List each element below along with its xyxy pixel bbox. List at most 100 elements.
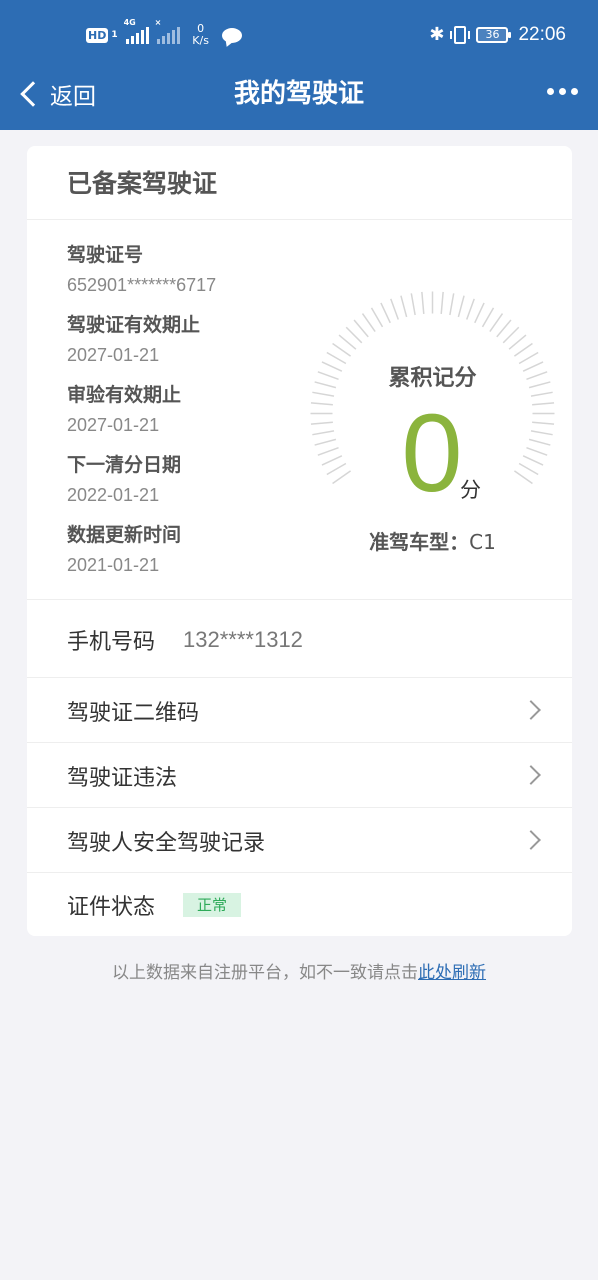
gauge-tick — [457, 295, 465, 318]
safe-driving-record-label: 驾驶人安全驾驶记录 — [67, 831, 266, 856]
gauge-tick — [440, 291, 444, 314]
divider — [27, 599, 572, 600]
status-row: 证件状态 正常 — [27, 873, 572, 937]
gauge-tick — [489, 313, 504, 333]
network-speed-unit: K/s — [192, 34, 209, 47]
divider — [27, 807, 572, 808]
phone-value: 132****1312 — [183, 627, 303, 652]
signal-icon: 4G — [124, 18, 149, 44]
gauge-tick — [522, 455, 544, 466]
field-label: 驾驶证有效期止 — [67, 314, 201, 336]
gauge-tick — [312, 430, 335, 436]
gauge-tick — [502, 326, 520, 344]
gauge-tick — [465, 298, 475, 320]
license-card: 已备案驾驶证 驾驶证号 652901*******6717 驾驶证有效期止 20… — [27, 146, 572, 936]
license-class-value: C1 — [469, 530, 496, 554]
app-header: HD 1 4G × 0 K/s ✱ 36 22:06 返回 我的驾驶证 — [0, 0, 598, 130]
gauge-tick — [345, 326, 363, 344]
gauge-tick — [518, 462, 539, 476]
phone-row: 手机号码 132****1312 — [27, 608, 572, 672]
hd-sim-number: 1 — [111, 30, 118, 40]
gauge-tick — [338, 334, 357, 350]
page-title: 我的驾驶证 — [233, 79, 364, 109]
qr-code-label: 驾驶证二维码 — [67, 701, 200, 726]
signal-sim2-icon: × — [155, 18, 180, 44]
gauge-tick — [310, 402, 333, 406]
divider — [27, 742, 572, 743]
gauge-tick — [532, 421, 555, 425]
chevron-right-icon — [521, 765, 541, 785]
status-bar: HD 1 4G × 0 K/s ✱ 36 22:06 — [0, 0, 598, 68]
gauge-tick — [530, 391, 553, 397]
status-badge: 正常 — [183, 893, 242, 917]
ellipsis-icon — [547, 88, 554, 95]
hd-icon: HD — [86, 27, 109, 43]
divider — [27, 219, 572, 220]
field-label: 驾驶证号 — [67, 244, 144, 266]
gauge-tick — [528, 438, 551, 446]
field-label: 数据更新时间 — [67, 524, 182, 546]
footer-text: 以上数据来自注册平台，如不一致请点击 — [112, 963, 418, 983]
sim2-marker: × — [154, 18, 162, 27]
score-unit: 分 — [460, 478, 481, 502]
field-value: 2027-01-21 — [67, 415, 160, 435]
refresh-link[interactable]: 此处刷新 — [418, 963, 486, 983]
gauge-tick — [390, 298, 400, 320]
gauge-tick — [312, 391, 335, 397]
gauge-tick — [526, 446, 548, 456]
vibrate-icon — [450, 26, 471, 44]
safe-driving-record-row[interactable]: 驾驶人安全驾驶记录 — [27, 809, 572, 873]
info-review-expiry: 审验有效期止 2027-01-21 — [67, 382, 307, 438]
field-label: 下一清分日期 — [67, 454, 182, 476]
chevron-right-icon — [521, 830, 541, 850]
qr-code-row[interactable]: 驾驶证二维码 — [27, 679, 572, 743]
gauge-tick — [314, 438, 337, 446]
nav-bar: 返回 我的驾驶证 — [0, 62, 598, 126]
gauge-tick — [400, 295, 408, 318]
more-button[interactable] — [547, 88, 578, 95]
info-license-number: 驾驶证号 652901*******6717 — [67, 242, 307, 298]
status-right: ✱ 36 22:06 — [429, 20, 566, 50]
gauge-tick — [513, 342, 533, 357]
gauge-tick — [361, 313, 376, 333]
score-title: 累积记分 — [388, 366, 477, 391]
gauge-tick — [321, 455, 343, 466]
field-label: 审验有效期止 — [67, 384, 182, 406]
chat-bubble-icon — [221, 27, 242, 43]
gauge-tick — [370, 307, 384, 328]
info-update-time: 数据更新时间 2021-01-21 — [67, 522, 307, 578]
status-left: HD 1 4G × 0 K/s — [86, 18, 242, 50]
info-license-expiry: 驾驶证有效期止 2027-01-21 — [67, 312, 307, 368]
field-value: 652901*******6717 — [67, 275, 217, 295]
gauge-tick — [332, 470, 352, 485]
gauge-tick — [481, 307, 495, 328]
divider — [27, 677, 572, 678]
clock: 22:06 — [518, 24, 566, 45]
gauge-tick — [421, 291, 425, 314]
gauge-tick — [513, 470, 533, 485]
phone-label: 手机号码 — [67, 630, 156, 655]
field-value: 2027-01-21 — [67, 345, 160, 365]
gauge-tick — [530, 430, 553, 436]
gauge-tick — [326, 462, 347, 476]
chevron-right-icon — [521, 700, 541, 720]
violations-label: 驾驶证违法 — [67, 766, 178, 791]
gauge-tick — [380, 302, 391, 324]
field-value: 2022-01-21 — [67, 485, 160, 505]
gauge-tick — [508, 334, 527, 350]
network-speed: 0 K/s — [188, 23, 214, 47]
bluetooth-icon: ✱ — [429, 24, 445, 45]
license-class-label: 准驾车型： — [369, 530, 470, 554]
gauge-tick — [449, 293, 455, 316]
gauge-tick — [496, 319, 512, 338]
gauge-tick — [332, 342, 352, 357]
gauge-tick — [310, 421, 333, 425]
license-class: 准驾车型：C1 — [305, 526, 560, 555]
gauge-tick — [353, 319, 369, 338]
info-next-clear-date: 下一清分日期 2022-01-21 — [67, 452, 307, 508]
violations-row[interactable]: 驾驶证违法 — [27, 744, 572, 808]
card-title: 已备案驾驶证 — [67, 169, 218, 198]
footer-note: 以上数据来自注册平台，如不一致请点击此处刷新 — [0, 958, 598, 983]
gauge-tick — [474, 302, 485, 324]
gauge-tick — [532, 402, 555, 406]
